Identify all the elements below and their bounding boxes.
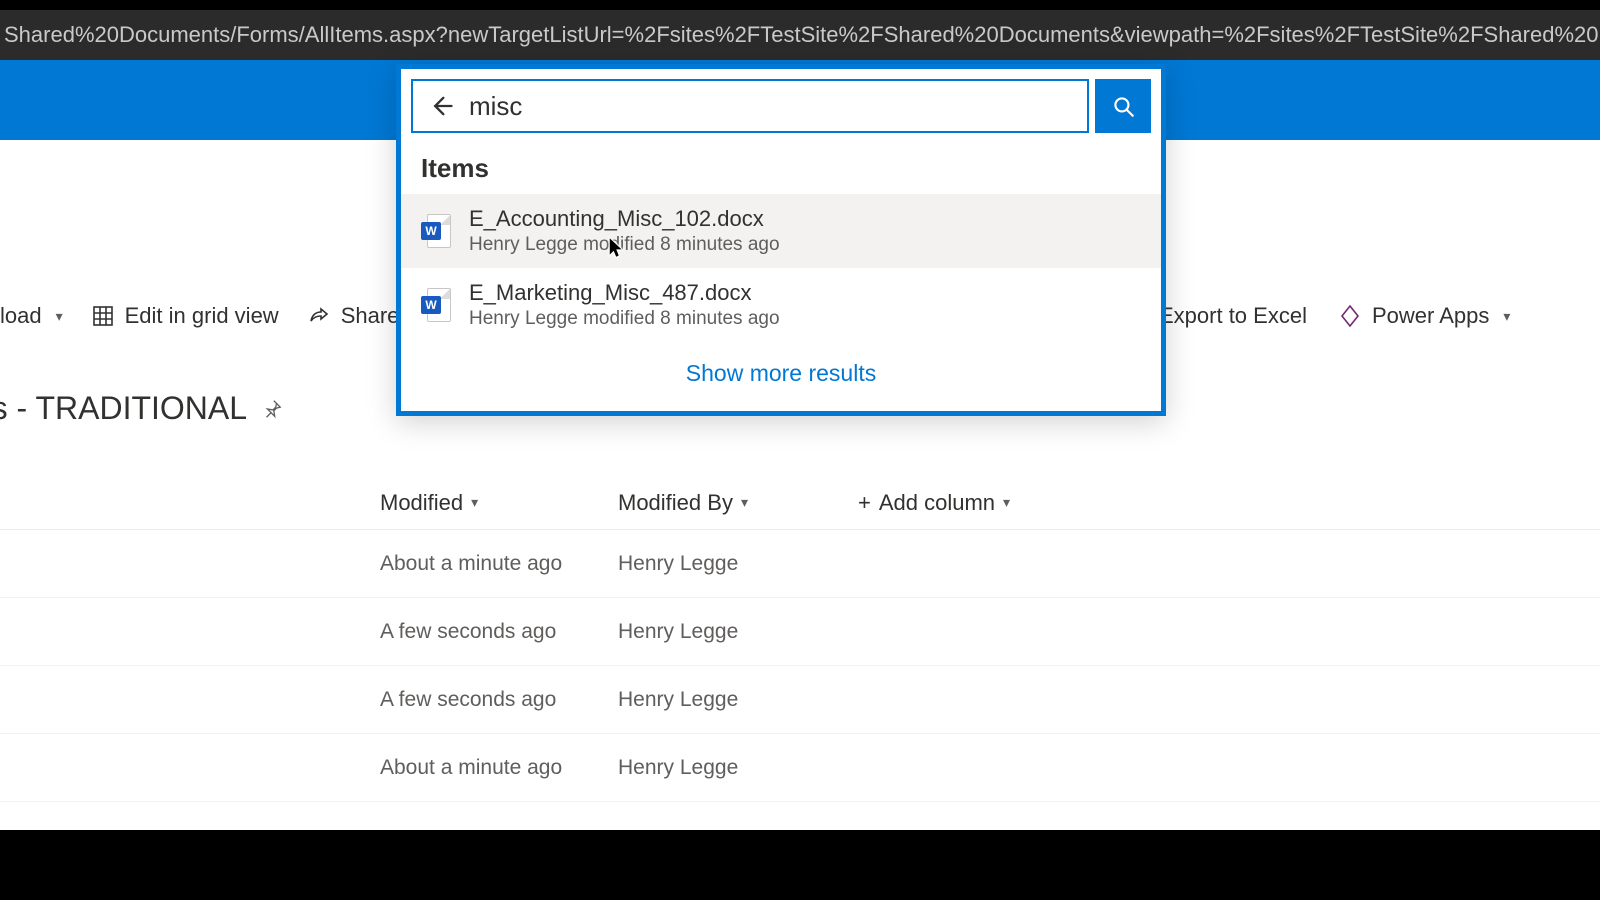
search-result[interactable]: W E_Accounting_Misc_102.docx Henry Legge… (401, 194, 1161, 268)
library-title: nses - TRADITIONAL (0, 390, 283, 427)
column-modified-label: Modified (380, 490, 463, 516)
search-back-button[interactable] (413, 81, 469, 131)
result-text: E_Marketing_Misc_487.docx Henry Legge mo… (469, 280, 780, 330)
power-apps-label: Power Apps (1372, 303, 1489, 329)
word-doc-icon: W (421, 288, 451, 322)
plus-icon: + (858, 490, 871, 516)
cell-modified-by: Henry Legge (618, 552, 738, 576)
table-row[interactable]: g About a minute ago Henry Legge (0, 530, 1600, 598)
search-box (411, 79, 1089, 133)
show-more-results[interactable]: Show more results (401, 342, 1161, 411)
cell-modified-by: Henry Legge (618, 756, 738, 780)
column-headers: Modified ▾ Modified By ▾ + Add column ▾ (0, 476, 1600, 530)
add-column-label: Add column (879, 490, 995, 516)
search-row (401, 69, 1161, 147)
chevron-down-icon: ▾ (56, 308, 63, 325)
search-result[interactable]: W E_Marketing_Misc_487.docx Henry Legge … (401, 268, 1161, 342)
stage: Shared%20Documents/Forms/AllItems.aspx?n… (0, 0, 1600, 900)
cell-modified: About a minute ago (380, 552, 562, 576)
app-frame: Shared%20Documents/Forms/AllItems.aspx?n… (0, 10, 1600, 890)
chevron-down-icon: ▾ (741, 494, 748, 511)
arrow-left-icon (427, 92, 455, 120)
chevron-down-icon: ▾ (1503, 308, 1510, 325)
results-section-label: Items (401, 147, 1161, 194)
search-popover: Items W E_Accounting_Misc_102.docx Henry… (396, 64, 1166, 416)
table-row[interactable]: A few seconds ago Henry Legge (0, 666, 1600, 734)
search-input[interactable] (469, 91, 1087, 122)
export-excel-label: Export to Excel (1159, 303, 1307, 329)
cell-modified: A few seconds ago (380, 688, 556, 712)
table-row[interactable]: A few seconds ago Henry Legge (0, 598, 1600, 666)
share-button[interactable]: Share (307, 303, 400, 329)
result-subtitle: Henry Legge modified 8 minutes ago (469, 308, 780, 330)
grid-icon (91, 304, 115, 328)
edit-grid-label: Edit in grid view (125, 303, 279, 329)
upload-label: load (0, 303, 42, 329)
search-icon (1110, 93, 1136, 119)
add-column-button[interactable]: + Add column ▾ (858, 490, 1010, 516)
word-doc-icon: W (421, 214, 451, 248)
share-label: Share (341, 303, 400, 329)
cell-modified-by: Henry Legge (618, 620, 738, 644)
cell-modified: A few seconds ago (380, 620, 556, 644)
column-modified-by[interactable]: Modified By ▾ (618, 490, 748, 516)
table-row[interactable]: About a minute ago Henry Legge (0, 734, 1600, 802)
column-modified[interactable]: Modified ▾ (380, 490, 478, 516)
result-title: E_Accounting_Misc_102.docx (469, 206, 780, 232)
upload-button[interactable]: load ▾ (0, 303, 63, 329)
powerapps-icon (1338, 304, 1362, 328)
cell-modified: About a minute ago (380, 756, 562, 780)
column-modified-by-label: Modified By (618, 490, 733, 516)
result-title: E_Marketing_Misc_487.docx (469, 280, 780, 306)
search-submit-button[interactable] (1095, 79, 1151, 133)
file-rows: g About a minute ago Henry Legge A few s… (0, 530, 1600, 802)
library-title-text: nses - TRADITIONAL (0, 390, 247, 427)
address-bar[interactable]: Shared%20Documents/Forms/AllItems.aspx?n… (0, 10, 1600, 60)
pin-icon[interactable] (261, 398, 283, 420)
result-text: E_Accounting_Misc_102.docx Henry Legge m… (469, 206, 780, 256)
chevron-down-icon: ▾ (1003, 494, 1010, 511)
edit-grid-button[interactable]: Edit in grid view (91, 303, 279, 329)
chevron-down-icon: ▾ (471, 494, 478, 511)
share-icon (307, 304, 331, 328)
power-apps-button[interactable]: Power Apps ▾ (1338, 303, 1510, 329)
cell-modified-by: Henry Legge (618, 688, 738, 712)
video-bottom-bar (0, 830, 1600, 900)
result-subtitle: Henry Legge modified 8 minutes ago (469, 234, 780, 256)
